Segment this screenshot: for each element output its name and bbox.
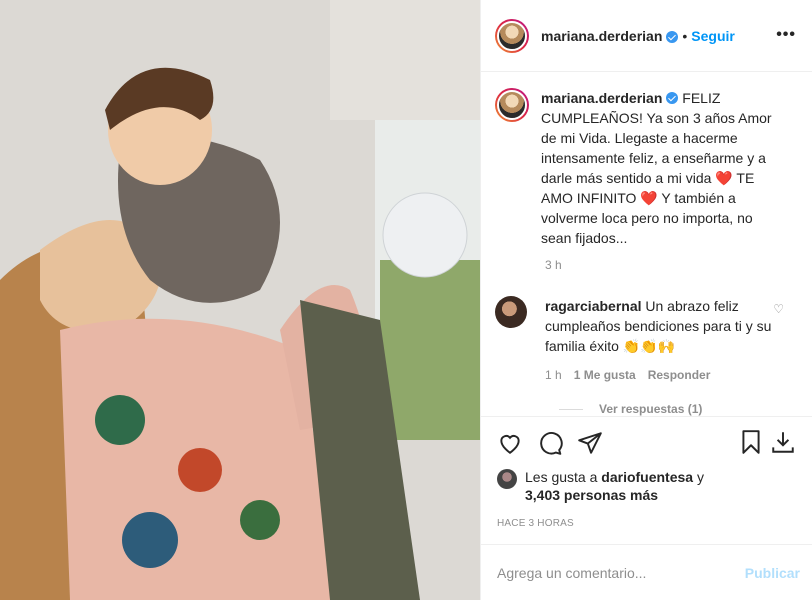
separator-dot: • xyxy=(682,27,688,44)
comment-likes[interactable]: 1 Me gusta xyxy=(574,368,636,382)
liker-avatar[interactable] xyxy=(497,469,517,489)
likes-summary: Les gusta a dariofuentesa y 3,403 person… xyxy=(481,468,812,508)
like-comment-icon[interactable]: ♡ xyxy=(773,302,784,316)
more-options-icon[interactable]: ••• xyxy=(776,26,796,44)
verified-badge-icon xyxy=(666,30,679,43)
post-photo[interactable] xyxy=(0,0,480,600)
follow-button[interactable]: Seguir xyxy=(691,28,735,44)
publish-button[interactable]: Publicar xyxy=(745,565,800,581)
caption-avatar[interactable] xyxy=(495,88,529,122)
comment-meta: 1 h 1 Me gusta Responder xyxy=(545,368,798,382)
caption-username[interactable]: mariana.derderian xyxy=(541,90,662,106)
bookmark-icon[interactable] xyxy=(738,429,764,455)
author-avatar[interactable] xyxy=(495,18,529,53)
comment-text: ragarciabernal Un abrazo feliz cumpleaño… xyxy=(545,296,775,356)
instagram-post: mariana.derderian • Seguir ••• mariana.d… xyxy=(0,0,812,600)
likes-mid: y xyxy=(693,469,704,485)
likes-prefix: Les gusta a xyxy=(525,469,602,485)
caption-time[interactable]: 3 h xyxy=(545,258,798,272)
add-comment-bar: Agrega un comentario... Publicar xyxy=(481,544,812,600)
likes-text: Les gusta a dariofuentesa y 3,403 person… xyxy=(525,468,704,508)
heart-emoji-icon: ❤️ xyxy=(715,170,733,186)
caption-text: mariana.derderian FELIZ CUMPLEAÑOS! Ya s… xyxy=(541,88,779,248)
liker-username[interactable]: dariofuentesa xyxy=(601,469,693,485)
replies-divider xyxy=(559,408,583,410)
add-comment-input[interactable]: Agrega un comentario... xyxy=(497,565,646,581)
post-side-panel: mariana.derderian • Seguir ••• mariana.d… xyxy=(480,0,812,600)
comment-emojis: 👏👏🙌 xyxy=(622,338,676,354)
heart-emoji-icon: ❤️ xyxy=(640,190,658,206)
download-icon[interactable] xyxy=(770,429,796,455)
action-bar xyxy=(481,416,812,468)
comment-icon[interactable] xyxy=(537,430,563,456)
likes-count[interactable]: 3,403 personas más xyxy=(525,487,658,503)
verified-badge-icon xyxy=(666,92,679,104)
caption: mariana.derderian FELIZ CUMPLEAÑOS! Ya s… xyxy=(495,88,798,248)
post-header: mariana.derderian • Seguir ••• xyxy=(481,0,812,72)
commenter-avatar[interactable] xyxy=(495,296,527,328)
comment-item: ragarciabernal Un abrazo feliz cumpleaño… xyxy=(495,296,798,356)
commenter-username[interactable]: ragarciabernal xyxy=(545,298,642,314)
view-replies-label: Ver respuestas (1) xyxy=(599,402,703,416)
view-replies-button[interactable]: Ver respuestas (1) xyxy=(559,402,798,416)
post-timestamp[interactable]: HACE 3 HORAS xyxy=(481,508,812,544)
reply-button[interactable]: Responder xyxy=(648,368,711,382)
share-icon[interactable] xyxy=(577,430,603,456)
action-bar-right xyxy=(738,429,796,455)
comments-section: mariana.derderian FELIZ CUMPLEAÑOS! Ya s… xyxy=(481,72,812,416)
author-username[interactable]: mariana.derderian xyxy=(541,28,662,44)
photo-illustration xyxy=(0,0,480,600)
comment-time[interactable]: 1 h xyxy=(545,368,562,382)
heart-icon[interactable] xyxy=(497,430,523,456)
